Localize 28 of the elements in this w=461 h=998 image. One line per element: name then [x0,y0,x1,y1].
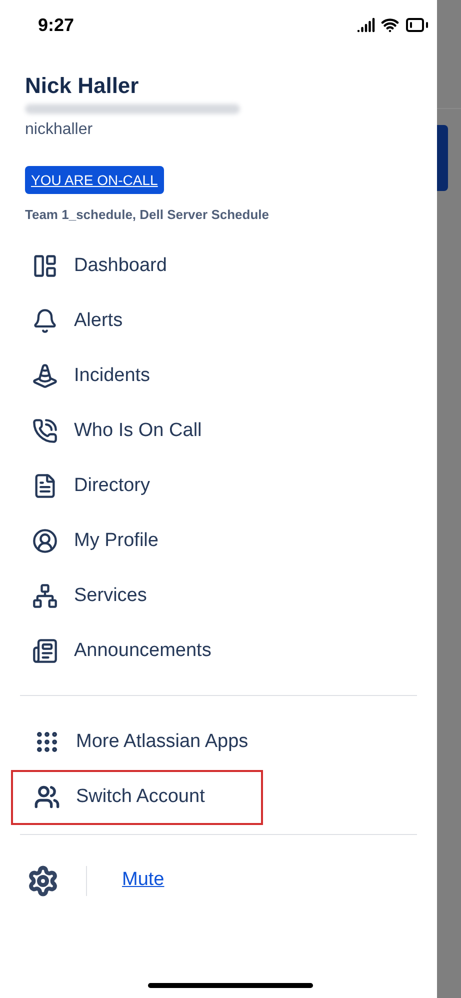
menu-item[interactable]: Dashboard [0,238,437,294]
on-call-badge[interactable]: YOU ARE ON-CALL [25,166,164,194]
dashboard-icon [32,253,58,279]
phone-icon [32,418,58,444]
user-circle-icon [32,528,58,554]
menu-item[interactable]: Announcements [0,624,437,678]
menu-item[interactable]: More Atlassian Apps [11,714,263,770]
mute-link[interactable]: Mute [122,866,164,895]
profile-username: nickhaller [25,120,94,140]
status-time: 9:27 [38,14,74,36]
menu-item[interactable]: Services [0,568,437,624]
network-icon [32,583,58,609]
users-icon [34,784,60,810]
signal-icon [357,16,375,34]
cone-icon [32,363,58,389]
bell-icon [32,308,58,334]
menu-item[interactable]: Incidents [0,348,437,404]
menu-item[interactable]: Directory [0,458,437,514]
wifi-icon [381,16,399,34]
settings-icon[interactable] [27,864,59,896]
schedule-text: Team 1_schedule, Dell Server Schedule [25,206,270,224]
menu-item[interactable]: Who Is On Call [0,404,437,458]
profile-name: Nick Haller [25,72,140,100]
menu-item[interactable]: Alerts [0,294,437,348]
grid-icon [34,729,60,755]
menu-item[interactable]: Switch Account [11,770,263,824]
newspaper-icon [32,638,58,664]
menu-item[interactable]: My Profile [0,514,437,568]
